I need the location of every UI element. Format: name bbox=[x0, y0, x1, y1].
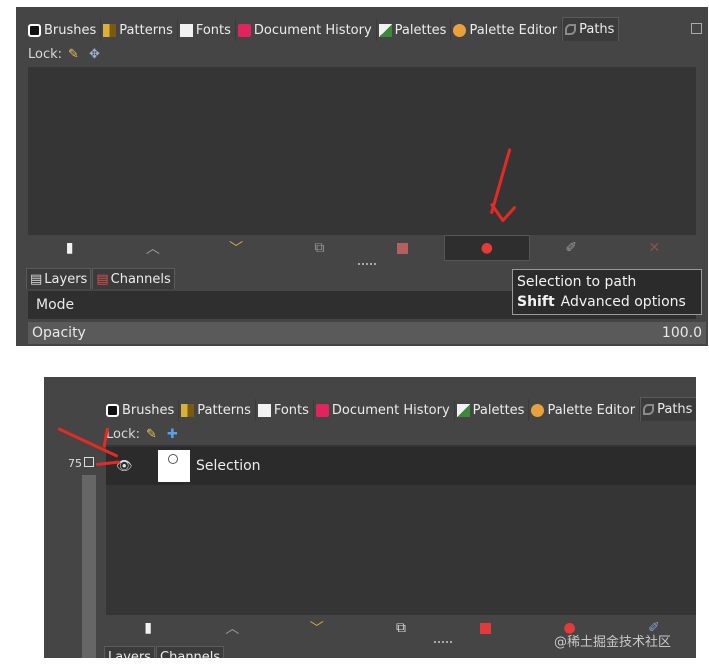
layers-tab-bar: ▤ Layers ▤ Channels bbox=[26, 267, 176, 289]
tab-brushes[interactable]: Brushes bbox=[104, 399, 180, 421]
tab-fonts[interactable]: Fonts bbox=[256, 399, 314, 421]
palettes-icon bbox=[378, 23, 392, 37]
resize-handle-2[interactable] bbox=[434, 641, 452, 645]
dock-tab-bar-2: Brushes Patterns Fonts Document History … bbox=[104, 397, 696, 421]
duplicate-icon: ⧉ bbox=[395, 620, 406, 636]
path-to-selection-button[interactable] bbox=[443, 615, 527, 641]
fonts-icon bbox=[257, 403, 271, 417]
tab-paths[interactable]: Paths bbox=[562, 17, 620, 41]
ruler-label: 75 bbox=[68, 457, 82, 470]
new-path-button[interactable]: ▮ bbox=[28, 235, 111, 261]
opacity-label: Opacity bbox=[32, 325, 86, 341]
lock-position-icon[interactable]: ✥ bbox=[89, 47, 100, 62]
tab-paths[interactable]: Paths bbox=[640, 397, 696, 421]
vertical-scrollbar[interactable] bbox=[82, 475, 96, 658]
duplicate-icon: ⧉ bbox=[314, 240, 325, 256]
selection-to-path-icon: ● bbox=[480, 240, 493, 256]
tab-palettes[interactable]: Palettes bbox=[377, 19, 452, 41]
raise-icon: ︿ bbox=[145, 241, 160, 257]
paths-list-2[interactable]: 👁 Selection bbox=[106, 445, 696, 615]
opacity-value: 100.0 bbox=[661, 325, 702, 341]
tooltip-modifier-key: Shift bbox=[517, 294, 555, 310]
paths-icon bbox=[643, 404, 655, 415]
fonts-icon bbox=[179, 23, 193, 37]
duplicate-path-button[interactable]: ⧉ bbox=[278, 235, 361, 261]
tooltip-description: Advanced options bbox=[560, 294, 686, 310]
palette-editor-icon bbox=[453, 23, 467, 37]
lock-label: Lock: bbox=[106, 426, 141, 442]
resize-handle[interactable] bbox=[358, 263, 376, 267]
tab-channels[interactable]: Channels bbox=[156, 646, 225, 658]
layers-tab-bar-2: Layers Channels bbox=[104, 645, 225, 658]
paint-path-icon: ✐ bbox=[565, 240, 577, 256]
path-to-selection-icon bbox=[479, 622, 491, 634]
tab-patterns[interactable]: Patterns bbox=[101, 19, 178, 41]
document-history-icon bbox=[315, 403, 329, 417]
patterns-icon bbox=[181, 403, 195, 417]
new-path-icon: ▮ bbox=[65, 240, 74, 256]
lock-position-icon[interactable]: ✚ bbox=[167, 427, 178, 442]
path-to-selection-button[interactable] bbox=[361, 235, 444, 261]
dock-menu-icon[interactable] bbox=[691, 23, 702, 34]
lock-label: Lock: bbox=[28, 46, 63, 62]
document-history-icon bbox=[237, 23, 251, 37]
ruler: 75 bbox=[44, 455, 94, 475]
paths-icon bbox=[565, 24, 577, 35]
tab-palette-editor[interactable]: Palette Editor bbox=[451, 19, 563, 41]
tab-layers[interactable]: Layers bbox=[104, 646, 156, 658]
paths-dock-screenshot-bottom: 75 Brushes Patterns Fonts Document Histo… bbox=[44, 377, 696, 658]
watermark: @稀土掘金技术社区 bbox=[554, 635, 672, 650]
path-to-selection-icon bbox=[397, 242, 409, 254]
brushes-icon bbox=[28, 23, 41, 37]
selection-to-path-button[interactable]: ● bbox=[444, 235, 530, 261]
opacity-field[interactable]: Opacity 100.0 bbox=[28, 322, 706, 344]
raise-path-button[interactable]: ︿ bbox=[190, 615, 274, 641]
path-name[interactable]: Selection bbox=[196, 458, 261, 474]
channels-icon: ▤ bbox=[96, 271, 109, 287]
delete-path-button[interactable]: ✕ bbox=[613, 235, 696, 261]
tooltip: Selection to path Shift Advanced options bbox=[512, 269, 702, 315]
lock-row-2: Lock: ✎ ✚ bbox=[106, 423, 188, 445]
brushes-icon bbox=[106, 403, 119, 417]
lower-path-button[interactable]: ﹀ bbox=[195, 235, 278, 261]
new-path-button[interactable]: ▮ bbox=[106, 615, 190, 641]
tab-document-history[interactable]: Document History bbox=[236, 19, 377, 41]
raise-icon: ︿ bbox=[225, 621, 240, 637]
delete-icon: ✕ bbox=[648, 240, 661, 256]
paths-list[interactable] bbox=[28, 67, 696, 235]
tab-layers[interactable]: ▤ Layers bbox=[26, 268, 92, 289]
tab-document-history[interactable]: Document History bbox=[314, 399, 455, 421]
raise-path-button[interactable]: ︿ bbox=[111, 235, 194, 261]
lower-icon: ﹀ bbox=[229, 241, 244, 257]
path-thumbnail bbox=[158, 450, 190, 482]
lock-row: Lock: ✎ ✥ bbox=[28, 43, 110, 65]
lower-path-button[interactable]: ﹀ bbox=[275, 615, 359, 641]
duplicate-path-button[interactable]: ⧉ bbox=[359, 615, 443, 641]
ruler-corner-icon bbox=[84, 457, 94, 467]
paths-button-bar: ▮ ︿ ﹀ ⧉ ● ✐ ✕ bbox=[28, 235, 696, 261]
path-row-selection[interactable]: 👁 Selection bbox=[106, 447, 696, 485]
lock-paths-icon[interactable]: ✎ bbox=[146, 427, 157, 442]
paths-dock-screenshot-top: Brushes Patterns Fonts Document History … bbox=[16, 7, 708, 346]
palette-editor-icon bbox=[531, 403, 545, 417]
lock-paths-icon[interactable]: ✎ bbox=[68, 47, 79, 62]
layers-icon: ▤ bbox=[30, 271, 43, 287]
paint-along-path-button[interactable]: ✐ bbox=[530, 235, 613, 261]
dock-tab-bar: Brushes Patterns Fonts Document History … bbox=[26, 17, 696, 41]
tab-brushes[interactable]: Brushes bbox=[26, 19, 102, 41]
tab-channels[interactable]: ▤ Channels bbox=[92, 268, 175, 289]
tab-patterns[interactable]: Patterns bbox=[179, 399, 256, 421]
new-path-icon: ▮ bbox=[144, 620, 152, 636]
tooltip-title: Selection to path bbox=[517, 274, 637, 290]
tab-palettes[interactable]: Palettes bbox=[455, 399, 530, 421]
lower-icon: ﹀ bbox=[309, 621, 324, 637]
palettes-icon bbox=[456, 403, 470, 417]
tab-palette-editor[interactable]: Palette Editor bbox=[529, 399, 641, 421]
patterns-icon bbox=[103, 23, 117, 37]
tab-fonts[interactable]: Fonts bbox=[178, 19, 236, 41]
